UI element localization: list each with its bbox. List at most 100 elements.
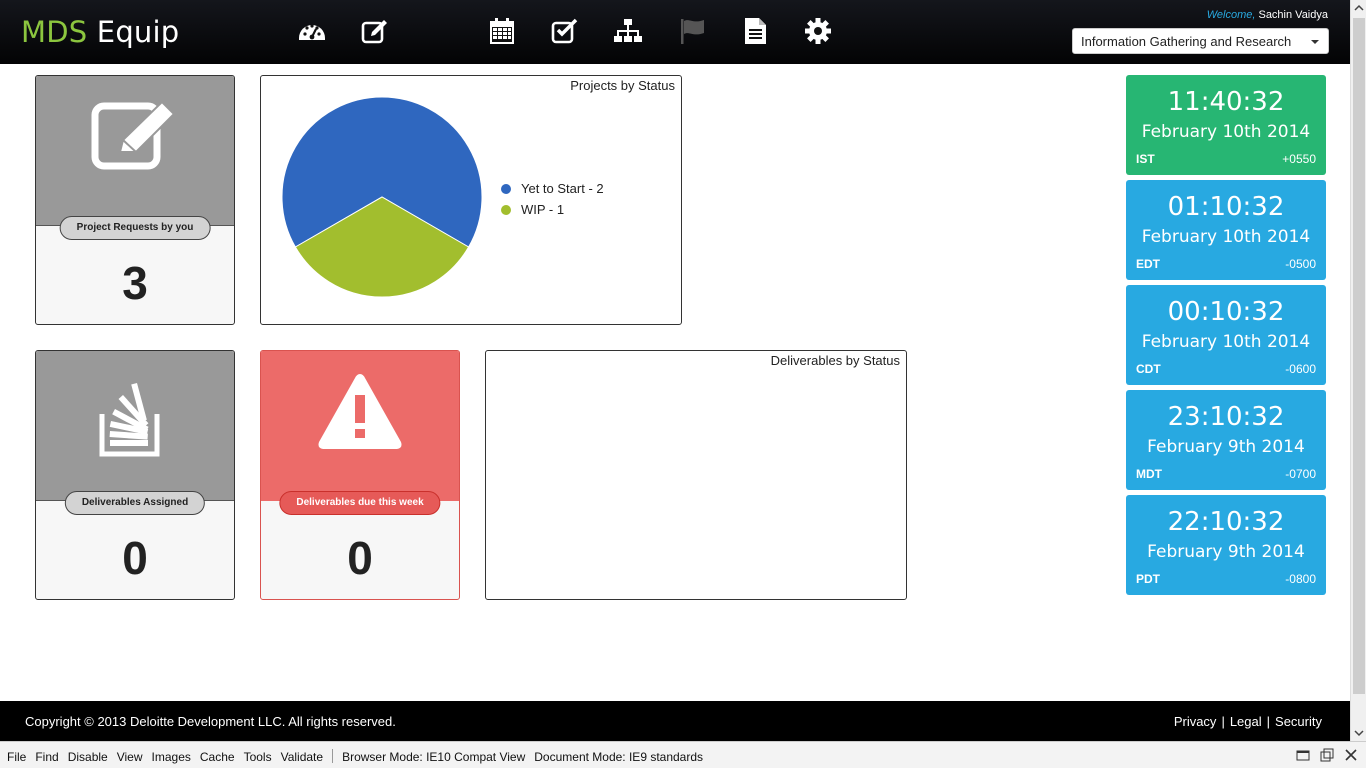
clock-cdt: 00:10:32 February 10th 2014 CDT -0600	[1126, 285, 1326, 385]
footer-links: Privacy | Legal | Security	[1174, 714, 1322, 729]
project-select[interactable]: Information Gathering and Research	[1072, 28, 1329, 54]
chevron-down-icon	[1311, 40, 1319, 44]
logo-brand: MDS	[21, 15, 88, 49]
clock-timezone: EDT	[1136, 257, 1160, 271]
edit-icon[interactable]	[360, 16, 390, 46]
link-separator: |	[1221, 714, 1225, 729]
legend-label: Yet to Start - 2	[521, 181, 604, 196]
clock-pdt: 22:10:32 February 9th 2014 PDT -0800	[1126, 495, 1326, 595]
clock-time: 11:40:32	[1167, 87, 1285, 117]
deliverables-by-status-panel: Deliverables by Status	[485, 350, 907, 600]
link-separator: |	[1266, 714, 1271, 729]
deliverables-due-tile[interactable]: Deliverables due this week 0	[260, 350, 460, 600]
tile-count: 0	[347, 532, 373, 584]
devbar-menu-validate[interactable]: Validate	[281, 750, 323, 764]
scrollbar-thumb[interactable]	[1353, 18, 1365, 694]
page-footer: Copyright © 2013 Deloitte Development LL…	[0, 701, 1350, 741]
project-requests-tile[interactable]: Project Requests by you 3	[35, 75, 235, 325]
warning-icon	[315, 371, 405, 456]
devbar-menu-find[interactable]: Find	[35, 750, 58, 764]
clock-offset: -0700	[1285, 467, 1316, 481]
clock-timezone: CDT	[1136, 362, 1161, 376]
vertical-scrollbar[interactable]	[1350, 0, 1366, 741]
clock-mdt: 23:10:32 February 9th 2014 MDT -0700	[1126, 390, 1326, 490]
tile-header	[36, 76, 234, 226]
developer-toolbar: File Find Disable View Images Cache Tools Valid…	[0, 741, 1366, 768]
clock-timezone: MDT	[1136, 467, 1162, 481]
chart-legend: Yet to Start - 2 WIP - 1	[501, 178, 604, 220]
scroll-up-icon[interactable]	[1354, 3, 1364, 13]
document-mode[interactable]: Document Mode: IE9 standards	[534, 750, 703, 764]
checkbox-icon[interactable]	[550, 16, 580, 46]
footer-link-legal[interactable]: Legal	[1230, 714, 1262, 729]
legend-dot-icon	[501, 184, 511, 194]
devbar-menu-cache[interactable]: Cache	[200, 750, 235, 764]
panel-title: Projects by Status	[570, 78, 675, 93]
clock-date: February 10th 2014	[1141, 227, 1311, 247]
tile-count: 3	[122, 257, 148, 309]
devbar-menu-images[interactable]: Images	[152, 750, 191, 764]
calendar-icon[interactable]	[487, 16, 517, 46]
deliverables-assigned-tile[interactable]: Deliverables Assigned 0	[35, 350, 235, 600]
gear-icon[interactable]	[803, 16, 833, 46]
panel-title: Deliverables by Status	[770, 353, 900, 368]
window-buttons	[1286, 748, 1358, 765]
scroll-down-icon[interactable]	[1354, 728, 1364, 738]
clock-time: 00:10:32	[1167, 297, 1285, 327]
footer-link-security[interactable]: Security	[1275, 714, 1322, 729]
stack-icon	[95, 369, 175, 464]
footer-link-privacy[interactable]: Privacy	[1174, 714, 1217, 729]
clock-date: February 10th 2014	[1141, 332, 1311, 352]
dashboard-icon[interactable]	[297, 16, 327, 46]
legend-item[interactable]: Yet to Start - 2	[501, 178, 604, 199]
clock-ist: 11:40:32 February 10th 2014 IST +0550	[1126, 75, 1326, 175]
devbar-menu-view[interactable]: View	[117, 750, 143, 764]
devbar-menu: File Find Disable View Images Cache Tools Valid…	[7, 749, 712, 764]
projects-by-status-panel: Projects by Status Yet to Start - 2 WIP -…	[260, 75, 682, 325]
logo-rest: Equip	[87, 15, 180, 49]
devbar-menu-tools[interactable]: Tools	[244, 750, 272, 764]
edit-icon	[90, 100, 180, 177]
legend-label: WIP - 1	[521, 202, 565, 217]
clock-edt: 01:10:32 February 10th 2014 EDT -0500	[1126, 180, 1326, 280]
clock-date: February 10th 2014	[1141, 122, 1311, 142]
welcome-label: Welcome,	[1206, 9, 1256, 21]
devbar-menu-file[interactable]: File	[7, 750, 26, 764]
tile-count: 0	[122, 532, 148, 584]
app-logo[interactable]: MDS Equip	[21, 15, 179, 49]
restore-icon[interactable]	[1320, 748, 1334, 762]
welcome-text: Welcome, Sachin Vaidya	[1207, 9, 1328, 21]
legend-dot-icon	[501, 205, 511, 215]
browser-mode[interactable]: Browser Mode: IE10 Compat View	[342, 750, 525, 764]
devbar-divider	[332, 749, 334, 763]
projects-pie-chart	[281, 96, 483, 298]
copyright-text: Copyright © 2013 Deloitte Development LL…	[25, 714, 396, 729]
clock-time: 22:10:32	[1167, 507, 1285, 537]
legend-item[interactable]: WIP - 1	[501, 199, 604, 220]
tile-label: Deliverables due this week	[279, 491, 441, 515]
page: MDS Equip Welcome, Sachin Vaidya Informa…	[0, 0, 1366, 768]
project-select-value: Information Gathering and Research	[1081, 34, 1292, 49]
devbar-menu-disable[interactable]: Disable	[68, 750, 108, 764]
clock-date: February 9th 2014	[1147, 437, 1305, 457]
minimize-icon[interactable]	[1296, 748, 1310, 762]
clock-offset: +0550	[1282, 152, 1316, 166]
clock-time: 23:10:32	[1167, 402, 1285, 432]
clock-timezone: PDT	[1136, 572, 1160, 586]
sitemap-icon[interactable]	[613, 16, 643, 46]
tile-header	[261, 351, 459, 501]
tile-label: Project Requests by you	[59, 216, 211, 240]
clock-date: February 9th 2014	[1147, 542, 1305, 562]
tile-label: Deliverables Assigned	[64, 491, 206, 515]
close-icon[interactable]	[1344, 748, 1358, 762]
clock-offset: -0600	[1285, 362, 1316, 376]
clock-offset: -0500	[1285, 257, 1316, 271]
top-navbar: MDS Equip Welcome, Sachin Vaidya Informa…	[0, 0, 1350, 64]
clock-offset: -0800	[1285, 572, 1316, 586]
tile-header	[36, 351, 234, 501]
document-icon[interactable]	[740, 16, 770, 46]
clock-time: 01:10:32	[1167, 192, 1285, 222]
user-name[interactable]: Sachin Vaidya	[1255, 9, 1328, 21]
flag-icon[interactable]	[677, 16, 707, 46]
clock-timezone: IST	[1136, 152, 1155, 166]
